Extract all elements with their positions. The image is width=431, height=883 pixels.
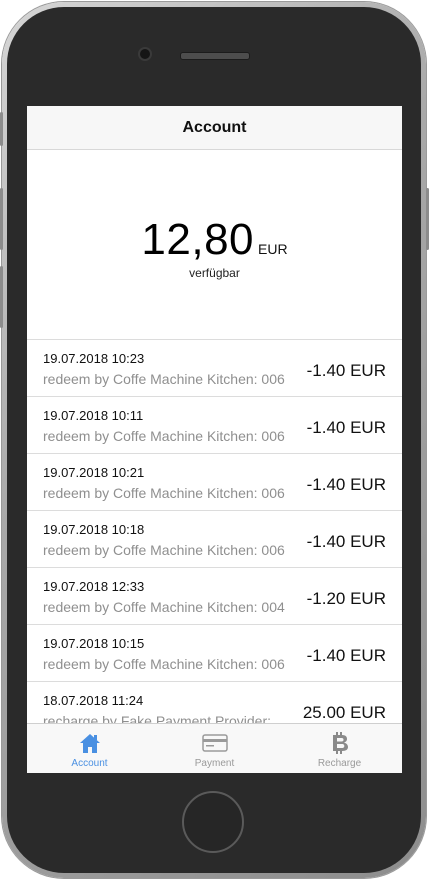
transaction-amount: -1.20 EUR xyxy=(306,589,386,608)
transaction-description: redeem by Coffe Machine Kitchen: 006 xyxy=(43,485,285,501)
transaction-description: redeem by Coffe Machine Kitchen: 006 xyxy=(43,656,285,672)
transaction-amount: -1.40 EUR xyxy=(306,475,386,494)
transaction-date: 19.07.2018 10:15 xyxy=(43,636,145,651)
transaction-amount: -1.40 EUR xyxy=(306,361,386,380)
transaction-date: 19.07.2018 12:33 xyxy=(43,579,145,594)
transaction-amount: -1.40 EUR xyxy=(306,646,386,665)
tab-label: Account xyxy=(71,758,108,769)
transaction-row[interactable]: 19.07.2018 10:15 redeem by Coffe Machine… xyxy=(27,625,402,682)
transaction-amount: -1.40 EUR xyxy=(306,418,386,437)
tab-payment[interactable]: Payment xyxy=(152,724,277,773)
tab-recharge[interactable]: Recharge xyxy=(277,724,402,773)
home-button[interactable] xyxy=(182,791,244,853)
transaction-row[interactable]: 19.07.2018 10:21 redeem by Coffe Machine… xyxy=(27,454,402,511)
transaction-row[interactable]: 19.07.2018 10:11 redeem by Coffe Machine… xyxy=(27,397,402,454)
card-icon xyxy=(201,731,229,755)
mute-switch xyxy=(0,112,3,146)
transaction-amount: 25.00 EUR xyxy=(302,703,386,722)
navigation-bar: Account xyxy=(27,106,402,150)
volume-up-button xyxy=(0,188,3,250)
transaction-date: 18.07.2018 11:24 xyxy=(43,693,144,708)
transaction-date: 19.07.2018 10:11 xyxy=(43,408,144,423)
earpiece-speaker xyxy=(180,52,250,60)
transaction-date: 19.07.2018 10:18 xyxy=(43,522,145,537)
transaction-date: 19.07.2018 10:21 xyxy=(43,465,145,480)
transaction-amount: -1.40 EUR xyxy=(306,532,386,551)
home-icon xyxy=(76,731,104,755)
balance-label: verfügbar xyxy=(189,266,240,280)
power-button xyxy=(426,188,429,250)
transaction-description: redeem by Coffe Machine Kitchen: 006 xyxy=(43,428,285,444)
transaction-description: redeem by Coffe Machine Kitchen: 004 xyxy=(43,599,285,615)
transaction-row[interactable]: 19.07.2018 10:18 redeem by Coffe Machine… xyxy=(27,511,402,568)
page-title: Account xyxy=(182,118,247,136)
balance-amount: 12,80 xyxy=(141,215,255,264)
balance-panel: 12,80 EUR verfügbar xyxy=(27,150,402,340)
volume-down-button xyxy=(0,266,3,328)
transaction-description: redeem by Coffe Machine Kitchen: 006 xyxy=(43,371,285,387)
transaction-description: redeem by Coffe Machine Kitchen: 006 xyxy=(43,542,285,558)
transaction-row[interactable]: 19.07.2018 10:23 redeem by Coffe Machine… xyxy=(27,340,402,397)
app-screen: Account 12,80 EUR verfügbar 19.07.2018 1… xyxy=(27,106,402,773)
front-camera xyxy=(140,49,150,59)
transaction-row[interactable]: 19.07.2018 12:33 redeem by Coffe Machine… xyxy=(27,568,402,625)
bitcoin-icon xyxy=(326,731,354,755)
tab-account[interactable]: Account xyxy=(27,724,152,773)
balance-currency: EUR xyxy=(258,241,288,257)
transaction-list: 19.07.2018 10:23 redeem by Coffe Machine… xyxy=(27,340,402,739)
tab-label: Recharge xyxy=(317,758,362,769)
tab-bar: Account Payment Recharge xyxy=(27,723,402,773)
tab-label: Payment xyxy=(194,758,235,769)
transaction-date: 19.07.2018 10:23 xyxy=(43,351,145,366)
balance-row: 12,80 EUR xyxy=(27,215,402,265)
